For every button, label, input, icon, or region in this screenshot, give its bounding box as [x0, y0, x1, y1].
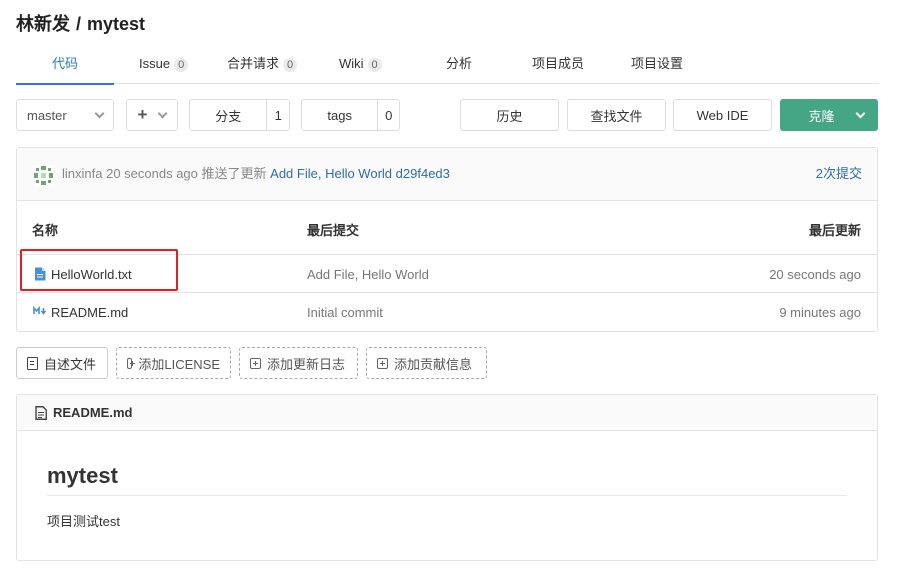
wiki-count-badge: 0 [367, 57, 382, 72]
heading-divider [47, 495, 847, 496]
page-title: 林新发 / mytest [16, 10, 145, 36]
tab-wiki-label: Wiki [339, 56, 364, 71]
issue-count-badge: 0 [174, 57, 189, 72]
commit-author[interactable]: linxinfa [62, 166, 102, 181]
merge-count-badge: 0 [283, 57, 298, 72]
chevron-down-icon [158, 108, 168, 118]
add-contributing-label: 添加贡献信息 [394, 356, 473, 372]
readme-filename: README.md [53, 405, 133, 420]
file-updated-time: 9 minutes ago [779, 305, 861, 320]
add-changelog-label: 添加更新日志 [267, 356, 346, 372]
clone-button[interactable]: 克隆 [780, 99, 878, 131]
add-changelog-button[interactable]: 添加更新日志 [239, 347, 358, 379]
add-dropdown-button[interactable]: + [126, 99, 178, 131]
branches-count: 1 [266, 100, 289, 130]
column-header-last-update: 最后更新 [808, 223, 861, 238]
readme-button[interactable]: 自述文件 [16, 347, 108, 379]
tab-settings[interactable]: 项目设置 [631, 44, 683, 84]
plus-square-icon [377, 357, 388, 369]
column-header-name: 名称 [32, 223, 59, 238]
tab-members-label: 项目成员 [532, 56, 585, 71]
chevron-down-icon [855, 108, 865, 118]
highlight-box [20, 249, 178, 291]
table-divider [17, 292, 877, 293]
tab-settings-label: 项目设置 [631, 56, 684, 71]
readme-header: README.md [17, 395, 877, 431]
tab-wiki[interactable]: Wiki 0 [339, 44, 382, 84]
plus-square-icon [250, 357, 261, 369]
file-commit-message[interactable]: Initial commit [307, 304, 383, 322]
tab-analytics[interactable]: 分析 [446, 44, 472, 84]
markdown-icon [33, 306, 47, 315]
clone-label: 克隆 [808, 108, 835, 124]
repo-tabs: 代码 Issue 0 合并请求 0 Wiki 0 分析 项目成员 项目设置 [15, 44, 879, 85]
tab-merge-label: 合并请求 [227, 56, 280, 71]
file-icon [35, 406, 47, 420]
last-commit-info: linxinfa 20 seconds ago 推送了更新 Add File, … [62, 165, 450, 183]
tags-label: tags [327, 107, 352, 123]
plus-icon: + [137, 105, 148, 124]
owner-name[interactable]: 林新发 [16, 14, 70, 34]
readme-heading: mytest [47, 463, 118, 488]
branch-select[interactable]: master [16, 99, 114, 131]
tab-analytics-label: 分析 [446, 56, 473, 71]
plus-square-icon [127, 357, 136, 369]
commit-message-link[interactable]: Add File, Hello World [270, 166, 392, 181]
readme-body-text: 项目测试test [47, 514, 120, 529]
tags-count: 0 [377, 100, 399, 130]
web-ide-button[interactable]: Web IDE [673, 99, 772, 131]
column-header-last-commit: 最后提交 [307, 223, 360, 238]
chevron-down-icon [94, 108, 105, 118]
file-browser: linxinfa 20 seconds ago 推送了更新 Add File, … [16, 147, 878, 332]
find-file-button[interactable]: 查找文件 [567, 99, 666, 131]
branches-label: 分支 [215, 108, 242, 124]
document-icon [27, 356, 38, 370]
tab-merge-requests[interactable]: 合并请求 0 [227, 44, 298, 84]
commit-sha-link[interactable]: d29f4ed3 [396, 166, 450, 181]
last-commit-bar: linxinfa 20 seconds ago 推送了更新 Add File, … [17, 148, 877, 201]
commit-time: 20 seconds ago [106, 166, 198, 181]
commit-count-link[interactable]: 2次提交 [816, 165, 862, 183]
repo-name[interactable]: mytest [87, 14, 145, 34]
commit-action: 推送了更新 [201, 166, 267, 181]
file-commit-message[interactable]: Add File, Hello World [307, 266, 429, 284]
path-separator: / [76, 14, 82, 34]
branches-button[interactable]: 分支 1 [189, 99, 290, 131]
tab-code[interactable]: 代码 [15, 44, 115, 85]
avatar[interactable] [33, 165, 54, 186]
tab-members[interactable]: 项目成员 [532, 44, 584, 84]
add-license-label: 添加LICENSE [138, 356, 220, 372]
file-updated-time: 20 seconds ago [769, 267, 861, 282]
readme-button-label: 自述文件 [44, 356, 97, 372]
tab-code-label: 代码 [52, 56, 79, 71]
add-contributing-button[interactable]: 添加贡献信息 [366, 347, 487, 379]
tab-issue-label: Issue [139, 56, 171, 71]
tags-button[interactable]: tags 0 [301, 99, 400, 131]
history-button[interactable]: 历史 [460, 99, 559, 131]
branch-select-value: master [27, 107, 67, 123]
readme-panel: README.md mytest 项目测试test [16, 394, 878, 561]
add-license-button[interactable]: 添加LICENSE [116, 347, 231, 379]
file-link-readme[interactable]: README.md [51, 304, 128, 322]
tab-issue[interactable]: Issue 0 [139, 44, 189, 84]
